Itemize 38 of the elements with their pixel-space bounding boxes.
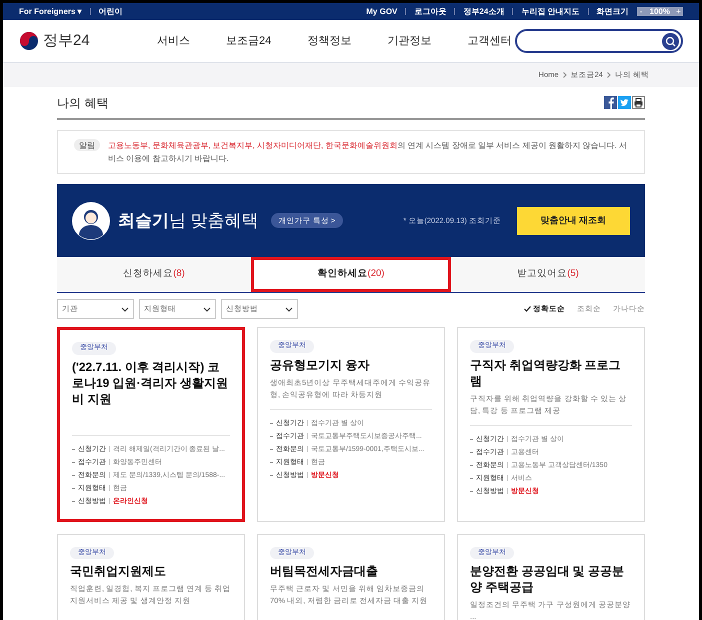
search-icon[interactable] (662, 32, 679, 50)
top-link[interactable]: My GOV (366, 6, 398, 18)
top-link[interactable]: For Foreigners ▾ (19, 6, 82, 18)
print-icon[interactable] (632, 96, 645, 109)
check-icon (524, 306, 531, 312)
chevron-icon (203, 306, 211, 312)
nav-link[interactable]: 고객센터 (467, 32, 512, 50)
page-title: 나의 혜택 (57, 94, 108, 112)
chevron-icon (121, 306, 129, 312)
card-title: 공유형모기지 융자 (270, 356, 370, 372)
zoom-label: 화면크기 (596, 6, 629, 18)
nav-link[interactable]: 정책정보 (307, 32, 352, 50)
benefit-tab[interactable]: 신청하세요(8) (57, 257, 251, 292)
card-title: 분양전환 공공임대 및 공공분양 주택공급 (470, 563, 626, 595)
chevron-right-icon (606, 72, 611, 78)
benefit-tab[interactable]: 확인하세요(20) (251, 257, 451, 292)
top-link[interactable]: 누리집 안내지도 (521, 6, 580, 18)
card-title: 구직자 취업역량강화 프로그램 (470, 356, 622, 388)
chevron-icon (285, 306, 293, 312)
logo-text[interactable]: 정부24 (43, 30, 90, 52)
nav-link[interactable]: 기관정보 (387, 32, 432, 50)
card-title: ('22.7.11. 이후 격리시작) 코로나19 입원·격리자 생활지원비 지원 (72, 358, 230, 406)
refresh-button[interactable]: 맞춤안내 재조회 (517, 206, 630, 234)
chevron-right-icon (562, 72, 567, 78)
card-title: 국민취업지원제도 (70, 563, 167, 579)
top-link[interactable]: 로그아웃 (414, 6, 446, 18)
facebook-icon[interactable] (604, 96, 617, 109)
top-link[interactable]: 어린이 (98, 6, 123, 18)
card-title: 버팀목전세자금대출 (270, 563, 379, 579)
zoom-value: 100% (646, 7, 674, 16)
nav-link[interactable]: 보조금24 (226, 32, 272, 50)
benefit-tab[interactable]: 받고있어요(5) (451, 257, 645, 292)
avatar-icon (72, 202, 110, 240)
logo-icon (19, 31, 39, 51)
top-link[interactable]: 정부24소개 (463, 6, 504, 18)
search-field[interactable] (515, 29, 683, 53)
nav-link[interactable]: 서비스 (157, 32, 190, 50)
banner-title: 최슬기 님 맞춤혜택 (118, 210, 259, 232)
